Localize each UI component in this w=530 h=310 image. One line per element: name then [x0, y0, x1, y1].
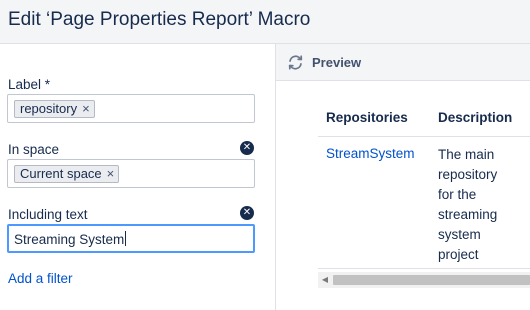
horizontal-scrollbar[interactable]: ◀ — [318, 272, 530, 288]
table-row-divider — [318, 268, 530, 269]
label-field-label: Label * — [8, 77, 51, 92]
clear-space-icon[interactable]: ✕ — [240, 141, 254, 155]
dialog-header: Edit ‘Page Properties Report’ Macro — [0, 0, 530, 44]
panel-divider — [275, 44, 276, 310]
description-cell: The main repository for the streaming sy… — [438, 145, 518, 265]
preview-label: Preview — [312, 55, 362, 70]
add-filter-link[interactable]: Add a filter — [8, 271, 73, 286]
preview-bar: Preview — [276, 44, 530, 81]
chip-remove-icon[interactable]: × — [82, 101, 90, 117]
chip-remove-icon[interactable]: × — [107, 166, 115, 182]
description-line: project — [438, 247, 479, 262]
scroll-thumb[interactable] — [333, 275, 530, 285]
scroll-left-icon[interactable]: ◀ — [318, 272, 332, 288]
space-field-input[interactable]: Current space × — [7, 159, 255, 188]
text-caret — [125, 231, 127, 246]
description-line: for the — [438, 187, 477, 202]
chip-label: repository — [20, 101, 78, 116]
description-line: streaming — [438, 207, 498, 222]
including-text-input[interactable]: Streaming System — [7, 224, 255, 253]
description-line: The main — [438, 147, 495, 162]
dialog-title: Edit ‘Page Properties Report’ Macro — [8, 9, 311, 30]
description-line: repository — [438, 167, 498, 182]
label-field-input[interactable]: repository × — [7, 94, 255, 123]
column-header-description: Description — [438, 110, 513, 125]
repository-link[interactable]: StreamSystem — [326, 146, 415, 161]
including-text-value: Streaming System — [14, 231, 127, 247]
space-field-label: In space — [8, 142, 60, 157]
space-chip-current: Current space × — [14, 165, 120, 183]
chip-label: Current space — [20, 166, 102, 181]
column-header-repositories: Repositories — [326, 110, 408, 125]
text-field-label: Including text — [8, 207, 88, 222]
clear-text-icon[interactable]: ✕ — [240, 206, 254, 220]
table-header-divider — [318, 136, 530, 137]
refresh-icon[interactable] — [287, 54, 304, 71]
description-line: system — [438, 227, 481, 242]
label-chip-repository: repository × — [14, 100, 95, 118]
